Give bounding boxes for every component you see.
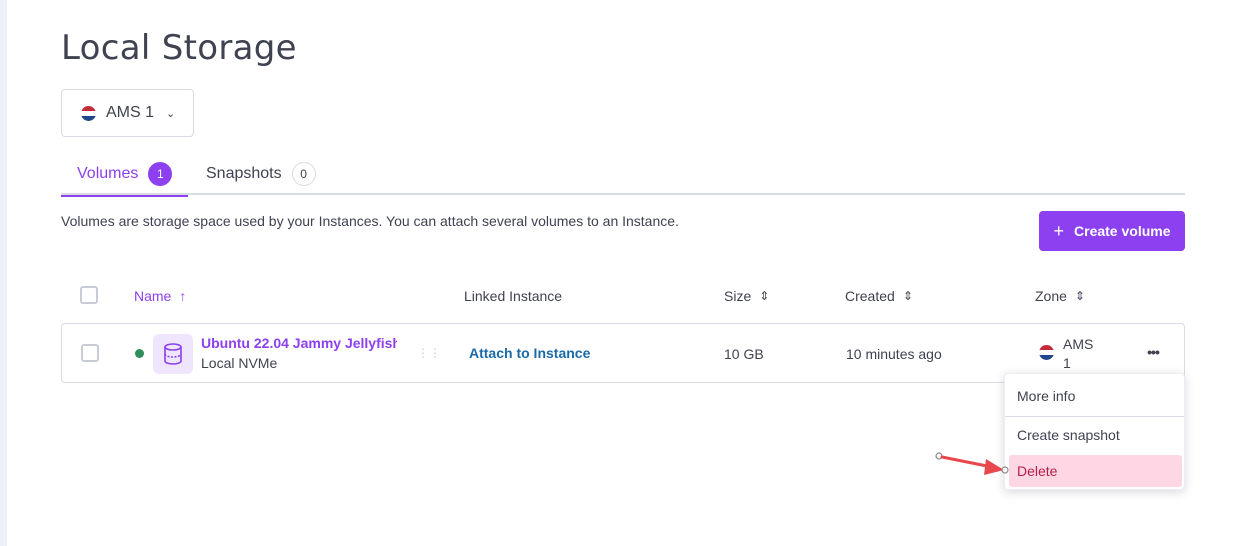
- create-volume-label: Create volume: [1074, 223, 1171, 239]
- volume-size: 10 GB: [724, 346, 764, 362]
- row-context-menu: More info Create snapshot Delete: [1004, 373, 1185, 490]
- select-all-checkbox[interactable]: [80, 286, 98, 304]
- tab-snapshots-count-badge: 0: [291, 161, 316, 186]
- column-header-zone-label: Zone: [1035, 288, 1067, 304]
- volume-zone: AMS 1: [1039, 335, 1097, 373]
- create-volume-button[interactable]: + Create volume: [1039, 211, 1185, 251]
- column-header-zone[interactable]: Zone ⇕: [1035, 288, 1085, 304]
- volume-name-link[interactable]: Ubuntu 22.04 Jammy Jellyfish: [201, 335, 397, 351]
- menu-item-delete[interactable]: Delete: [1009, 455, 1182, 487]
- menu-item-more-info[interactable]: More info: [1005, 376, 1184, 416]
- zone-selector-label: AMS 1: [106, 104, 155, 121]
- tab-bar: Volumes 1 Snapshots 0: [61, 152, 1185, 197]
- volume-created: 10 minutes ago: [846, 346, 942, 362]
- netherlands-flag-icon: [1039, 345, 1054, 360]
- volume-type: Local NVMe: [201, 355, 278, 371]
- column-header-created[interactable]: Created ⇕: [845, 288, 913, 304]
- tab-volumes-count-badge: 1: [148, 161, 173, 186]
- volume-zone-label: AMS 1: [1063, 336, 1094, 371]
- menu-item-create-snapshot[interactable]: Create snapshot: [1005, 417, 1184, 453]
- zone-selector[interactable]: AMS 1 ⌄: [61, 89, 194, 137]
- column-header-linked-instance: Linked Instance: [464, 288, 562, 304]
- column-header-created-label: Created: [845, 288, 895, 304]
- sort-icon: ⇕: [759, 289, 770, 303]
- column-header-name[interactable]: Name ↑: [134, 288, 186, 304]
- row-checkbox[interactable]: [81, 344, 99, 362]
- sort-icon: ⇕: [902, 289, 913, 303]
- plus-icon: +: [1053, 221, 1065, 241]
- page-title: Local Storage: [61, 28, 297, 68]
- column-header-linked-instance-label: Linked Instance: [464, 288, 563, 304]
- tab-snapshots-label: Snapshots: [206, 164, 282, 182]
- column-header-size[interactable]: Size ⇕: [724, 288, 769, 304]
- column-header-name-label: Name: [134, 288, 172, 304]
- column-header-size-label: Size: [724, 288, 752, 304]
- annotation-arrow-icon: [935, 452, 1009, 475]
- sort-icon: ⇕: [1074, 289, 1085, 303]
- tab-snapshots[interactable]: Snapshots 0: [206, 152, 316, 195]
- tab-volumes-label: Volumes: [77, 164, 139, 182]
- attach-to-instance-link[interactable]: Attach to Instance: [469, 345, 590, 361]
- volumes-description: Volumes are storage space used by your I…: [61, 213, 679, 229]
- netherlands-flag-icon: [81, 105, 96, 121]
- more-options-icon[interactable]: •••: [1142, 344, 1164, 362]
- unlinked-icon: ⋮⋮: [417, 346, 441, 360]
- left-rail: [0, 0, 7, 546]
- chevron-down-icon: ⌄: [166, 107, 176, 120]
- database-icon: [153, 334, 193, 374]
- sort-ascending-icon: ↑: [179, 288, 187, 304]
- status-available-dot: [135, 349, 144, 358]
- tab-volumes[interactable]: Volumes 1: [61, 152, 189, 197]
